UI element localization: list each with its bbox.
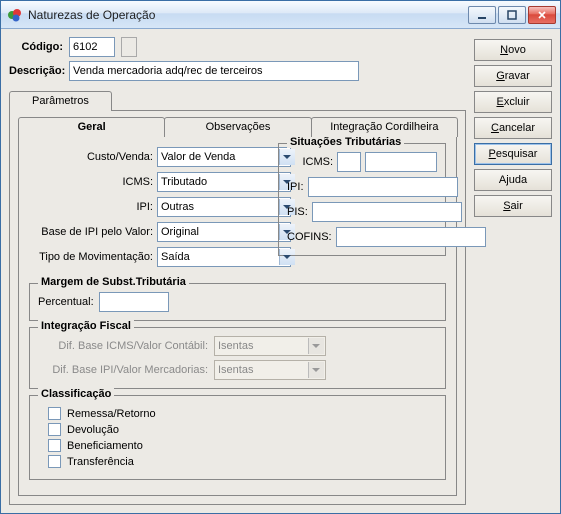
sit-ipi-label: IPI: [287,181,304,193]
titlebar[interactable]: Naturezas de Operação [1,1,560,29]
tipo-mov-label: Tipo de Movimentação: [29,251,157,263]
sit-cofins-input[interactable] [336,227,486,247]
cancelar-button[interactable]: Cancelar [474,117,552,139]
base-ipi-label: Base de IPI pelo Valor: [29,226,157,238]
tab-observacoes[interactable]: Observações [164,117,311,137]
tipo-mov-select[interactable] [157,247,291,267]
descricao-label: Descrição: [9,65,63,77]
classificacao-title: Classificação [38,388,114,400]
ipi-label: IPI: [29,201,157,213]
transferencia-label: Transferência [67,456,134,468]
codigo-aux-box [121,37,137,57]
situacoes-title: Situações Tributárias [287,136,404,148]
close-button[interactable] [528,6,556,24]
devolucao-label: Devolução [67,424,119,436]
geral-panel: Custo/Venda: ICMS: IPI: Base de IPI pelo… [18,136,457,496]
sit-icms-label: ICMS: [287,156,333,168]
integracao-fiscal-title: Integração Fiscal [38,320,134,332]
app-icon [7,7,23,23]
sit-pis-input[interactable] [312,202,462,222]
custo-venda-select[interactable] [157,147,291,167]
window-frame: Naturezas de Operação Código: Descrição: [0,0,561,514]
base-ipi-select[interactable] [157,222,291,242]
dif-ipi-label: Dif. Base IPI/Valor Mercadorias: [38,364,208,376]
dif-ipi-select [214,360,326,380]
dif-icms-select [214,336,326,356]
checkbox-beneficiamento[interactable]: Beneficiamento [48,439,437,452]
situacoes-tributarias-group: Situações Tributárias ICMS: IPI: [278,143,446,256]
dif-icms-label: Dif. Base ICMS/Valor Contábil: [38,340,208,352]
codigo-label: Código: [9,41,63,53]
remessa-label: Remessa/Retorno [67,408,156,420]
gravar-button[interactable]: Gravar [474,65,552,87]
tab-parametros[interactable]: Parâmetros [9,91,112,111]
checkbox-icon [48,423,61,436]
checkbox-icon [48,439,61,452]
excluir-button[interactable]: Excluir [474,91,552,113]
custo-venda-label: Custo/Venda: [29,151,157,163]
margem-group: Margem de Subst.Tributária Percentual: [29,283,446,321]
minimize-button[interactable] [468,6,496,24]
checkbox-devolucao[interactable]: Devolução [48,423,437,436]
icms-label: ICMS: [29,176,157,188]
percentual-label: Percentual: [38,296,94,308]
tab-integracao-cordilheira[interactable]: Integração Cordilheira [311,117,458,137]
sit-icms-a-input[interactable] [337,152,361,172]
ajuda-button[interactable]: Ajuda [474,169,552,191]
classificacao-group: Classificação Remessa/Retorno Devolução … [29,395,446,480]
checkbox-remessa[interactable]: Remessa/Retorno [48,407,437,420]
checkbox-transferencia[interactable]: Transferência [48,455,437,468]
sit-pis-label: PIS: [287,206,308,218]
icms-select[interactable] [157,172,291,192]
checkbox-icon [48,455,61,468]
integracao-fiscal-group: Integração Fiscal Dif. Base ICMS/Valor C… [29,327,446,389]
descricao-input[interactable] [69,61,359,81]
sit-icms-b-input[interactable] [365,152,437,172]
maximize-button[interactable] [498,6,526,24]
checkbox-icon [48,407,61,420]
codigo-input[interactable] [69,37,115,57]
beneficiamento-label: Beneficiamento [67,440,143,452]
pesquisar-button[interactable]: Pesquisar [474,143,552,165]
sair-button[interactable]: Sair [474,195,552,217]
novo-button[interactable]: Novo [474,39,552,61]
percentual-input[interactable] [99,292,169,312]
sit-ipi-input[interactable] [308,177,458,197]
ipi-select[interactable] [157,197,291,217]
window-title: Naturezas de Operação [28,8,468,22]
margem-title: Margem de Subst.Tributária [38,276,189,288]
sit-cofins-label: COFINS: [287,231,332,243]
parametros-panel: Geral Observações Integração Cordilheira… [9,110,466,505]
tab-geral[interactable]: Geral [18,117,165,137]
